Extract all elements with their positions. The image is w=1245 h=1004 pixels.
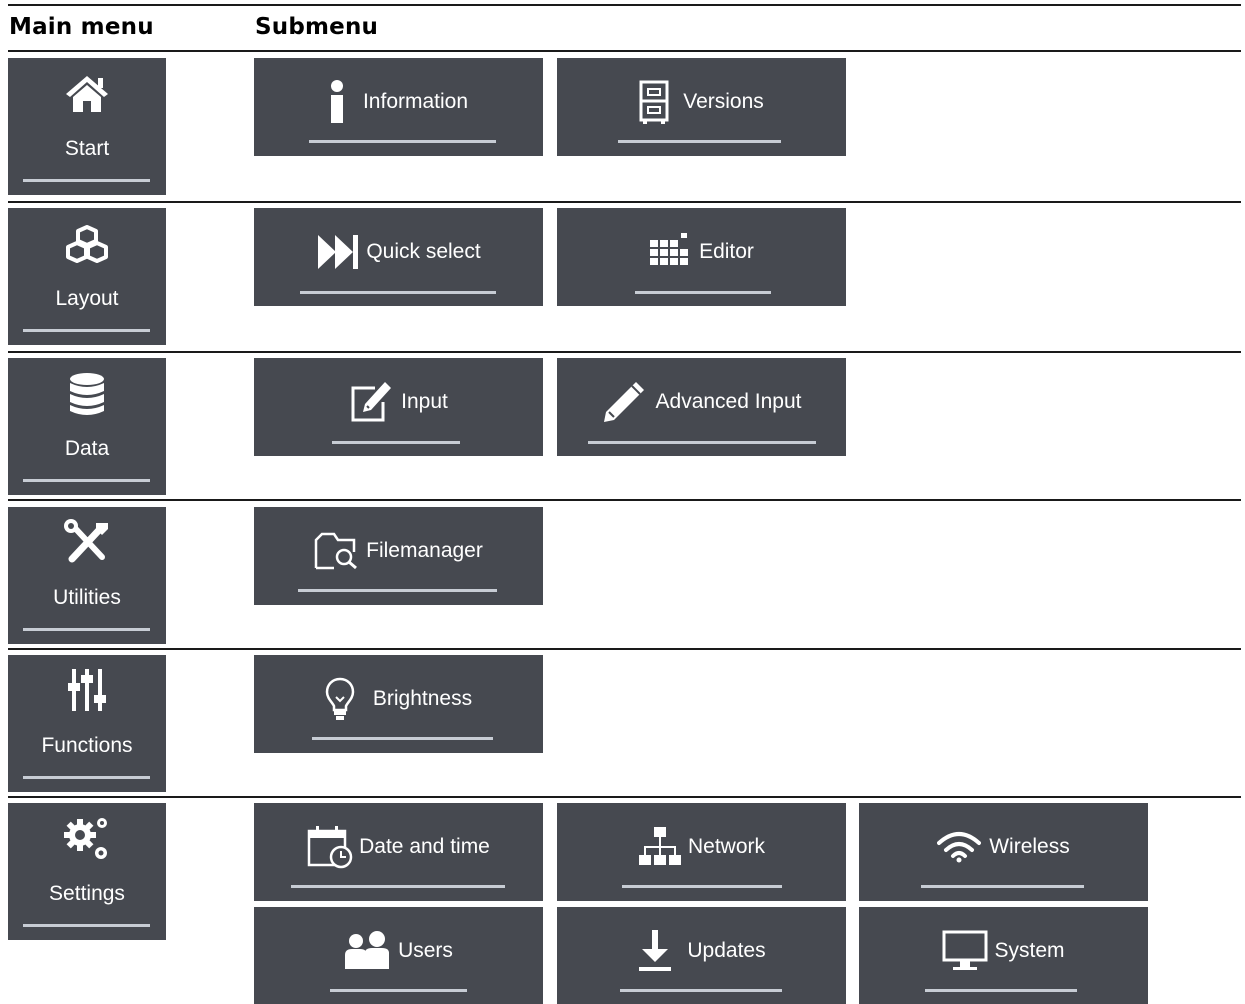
underline — [618, 140, 781, 143]
underline — [620, 989, 782, 992]
underline — [291, 885, 505, 888]
underline — [921, 885, 1084, 888]
submenu-label: Information — [362, 90, 469, 113]
underline — [23, 776, 150, 779]
underline — [312, 737, 493, 740]
submenu-label: Brightness — [372, 687, 473, 710]
wifi-icon — [937, 831, 982, 863]
submenu-brightness[interactable]: Brightness — [254, 655, 543, 753]
main-menu-start[interactable]: Start — [8, 58, 166, 195]
underline — [23, 179, 150, 182]
main-menu-header: Main menu — [9, 14, 154, 40]
lightbulb-icon — [325, 677, 355, 721]
submenu-label: Network — [687, 835, 766, 858]
home-icon — [8, 74, 166, 114]
row-separator — [8, 351, 1241, 353]
submenu-label: Date and time — [359, 835, 490, 858]
main-menu-layout[interactable]: Layout — [8, 208, 166, 345]
submenu-wireless[interactable]: Wireless — [859, 803, 1148, 901]
submenu-label: Wireless — [989, 835, 1070, 858]
main-menu-utilities[interactable]: Utilities — [8, 507, 166, 644]
database-icon — [8, 372, 166, 418]
submenu-input[interactable]: Input — [254, 358, 543, 456]
row-separator — [8, 648, 1241, 650]
underline — [925, 989, 1077, 992]
submenu-filemanager[interactable]: Filemanager — [254, 507, 543, 605]
header-rule — [8, 50, 1241, 52]
underline — [588, 441, 816, 444]
submenu-versions[interactable]: Versions — [557, 58, 846, 156]
sliders-icon — [8, 667, 166, 713]
tools-icon — [8, 519, 166, 565]
submenu-label: Quick select — [366, 240, 481, 263]
underline — [23, 329, 150, 332]
submenu-label: Input — [401, 390, 448, 413]
underline — [23, 924, 150, 927]
main-menu-label: Settings — [49, 882, 125, 905]
main-menu-label: Utilities — [53, 586, 121, 609]
submenu-label: Editor — [699, 240, 754, 263]
submenu-label: Versions — [683, 90, 764, 113]
main-menu-label: Layout — [55, 287, 119, 310]
submenu-label: Advanced Input — [655, 390, 802, 413]
cubes-icon — [8, 224, 166, 264]
submenu-system[interactable]: System — [859, 907, 1148, 1004]
submenu-header: Submenu — [255, 14, 379, 40]
underline — [622, 885, 782, 888]
underline — [309, 140, 496, 143]
underline — [330, 989, 467, 992]
submenu-updates[interactable]: Updates — [557, 907, 846, 1004]
users-icon — [344, 931, 390, 971]
underline — [332, 441, 460, 444]
submenu-information[interactable]: Information — [254, 58, 543, 156]
download-icon — [637, 929, 673, 973]
underline — [23, 479, 150, 482]
underline — [635, 291, 771, 294]
pencil-icon — [602, 380, 646, 424]
top-rule — [8, 4, 1241, 6]
underline — [300, 291, 496, 294]
main-menu-functions[interactable]: Functions — [8, 655, 166, 792]
submenu-editor[interactable]: Editor — [557, 208, 846, 306]
underline — [23, 628, 150, 631]
submenu-advanced-input[interactable]: Advanced Input — [557, 358, 846, 456]
row-separator — [8, 201, 1241, 203]
folder-search-icon — [314, 532, 360, 570]
fast-forward-icon — [316, 233, 360, 271]
submenu-label: Users — [398, 939, 453, 962]
underline — [298, 589, 497, 592]
main-menu-label: Start — [64, 137, 110, 160]
submenu-label: Updates — [687, 939, 766, 962]
gears-icon — [8, 815, 166, 863]
row-separator — [8, 499, 1241, 501]
info-icon — [329, 80, 345, 124]
row-separator — [8, 796, 1241, 798]
grid-icon — [649, 232, 689, 272]
submenu-network[interactable]: Network — [557, 803, 846, 901]
submenu-label: Filemanager — [366, 539, 483, 562]
main-menu-label: Data — [64, 437, 110, 460]
submenu-date-and-time[interactable]: Date and time — [254, 803, 543, 901]
submenu-users[interactable]: Users — [254, 907, 543, 1004]
main-menu-label: Functions — [41, 734, 133, 757]
submenu-label: System — [994, 939, 1065, 962]
edit-icon — [349, 380, 393, 424]
network-icon — [638, 825, 682, 869]
submenu-quick-select[interactable]: Quick select — [254, 208, 543, 306]
main-menu-settings[interactable]: Settings — [8, 803, 166, 940]
main-menu-data[interactable]: Data — [8, 358, 166, 495]
cabinet-icon — [639, 80, 669, 124]
calendar-clock-icon — [307, 825, 353, 869]
monitor-icon — [942, 930, 988, 972]
